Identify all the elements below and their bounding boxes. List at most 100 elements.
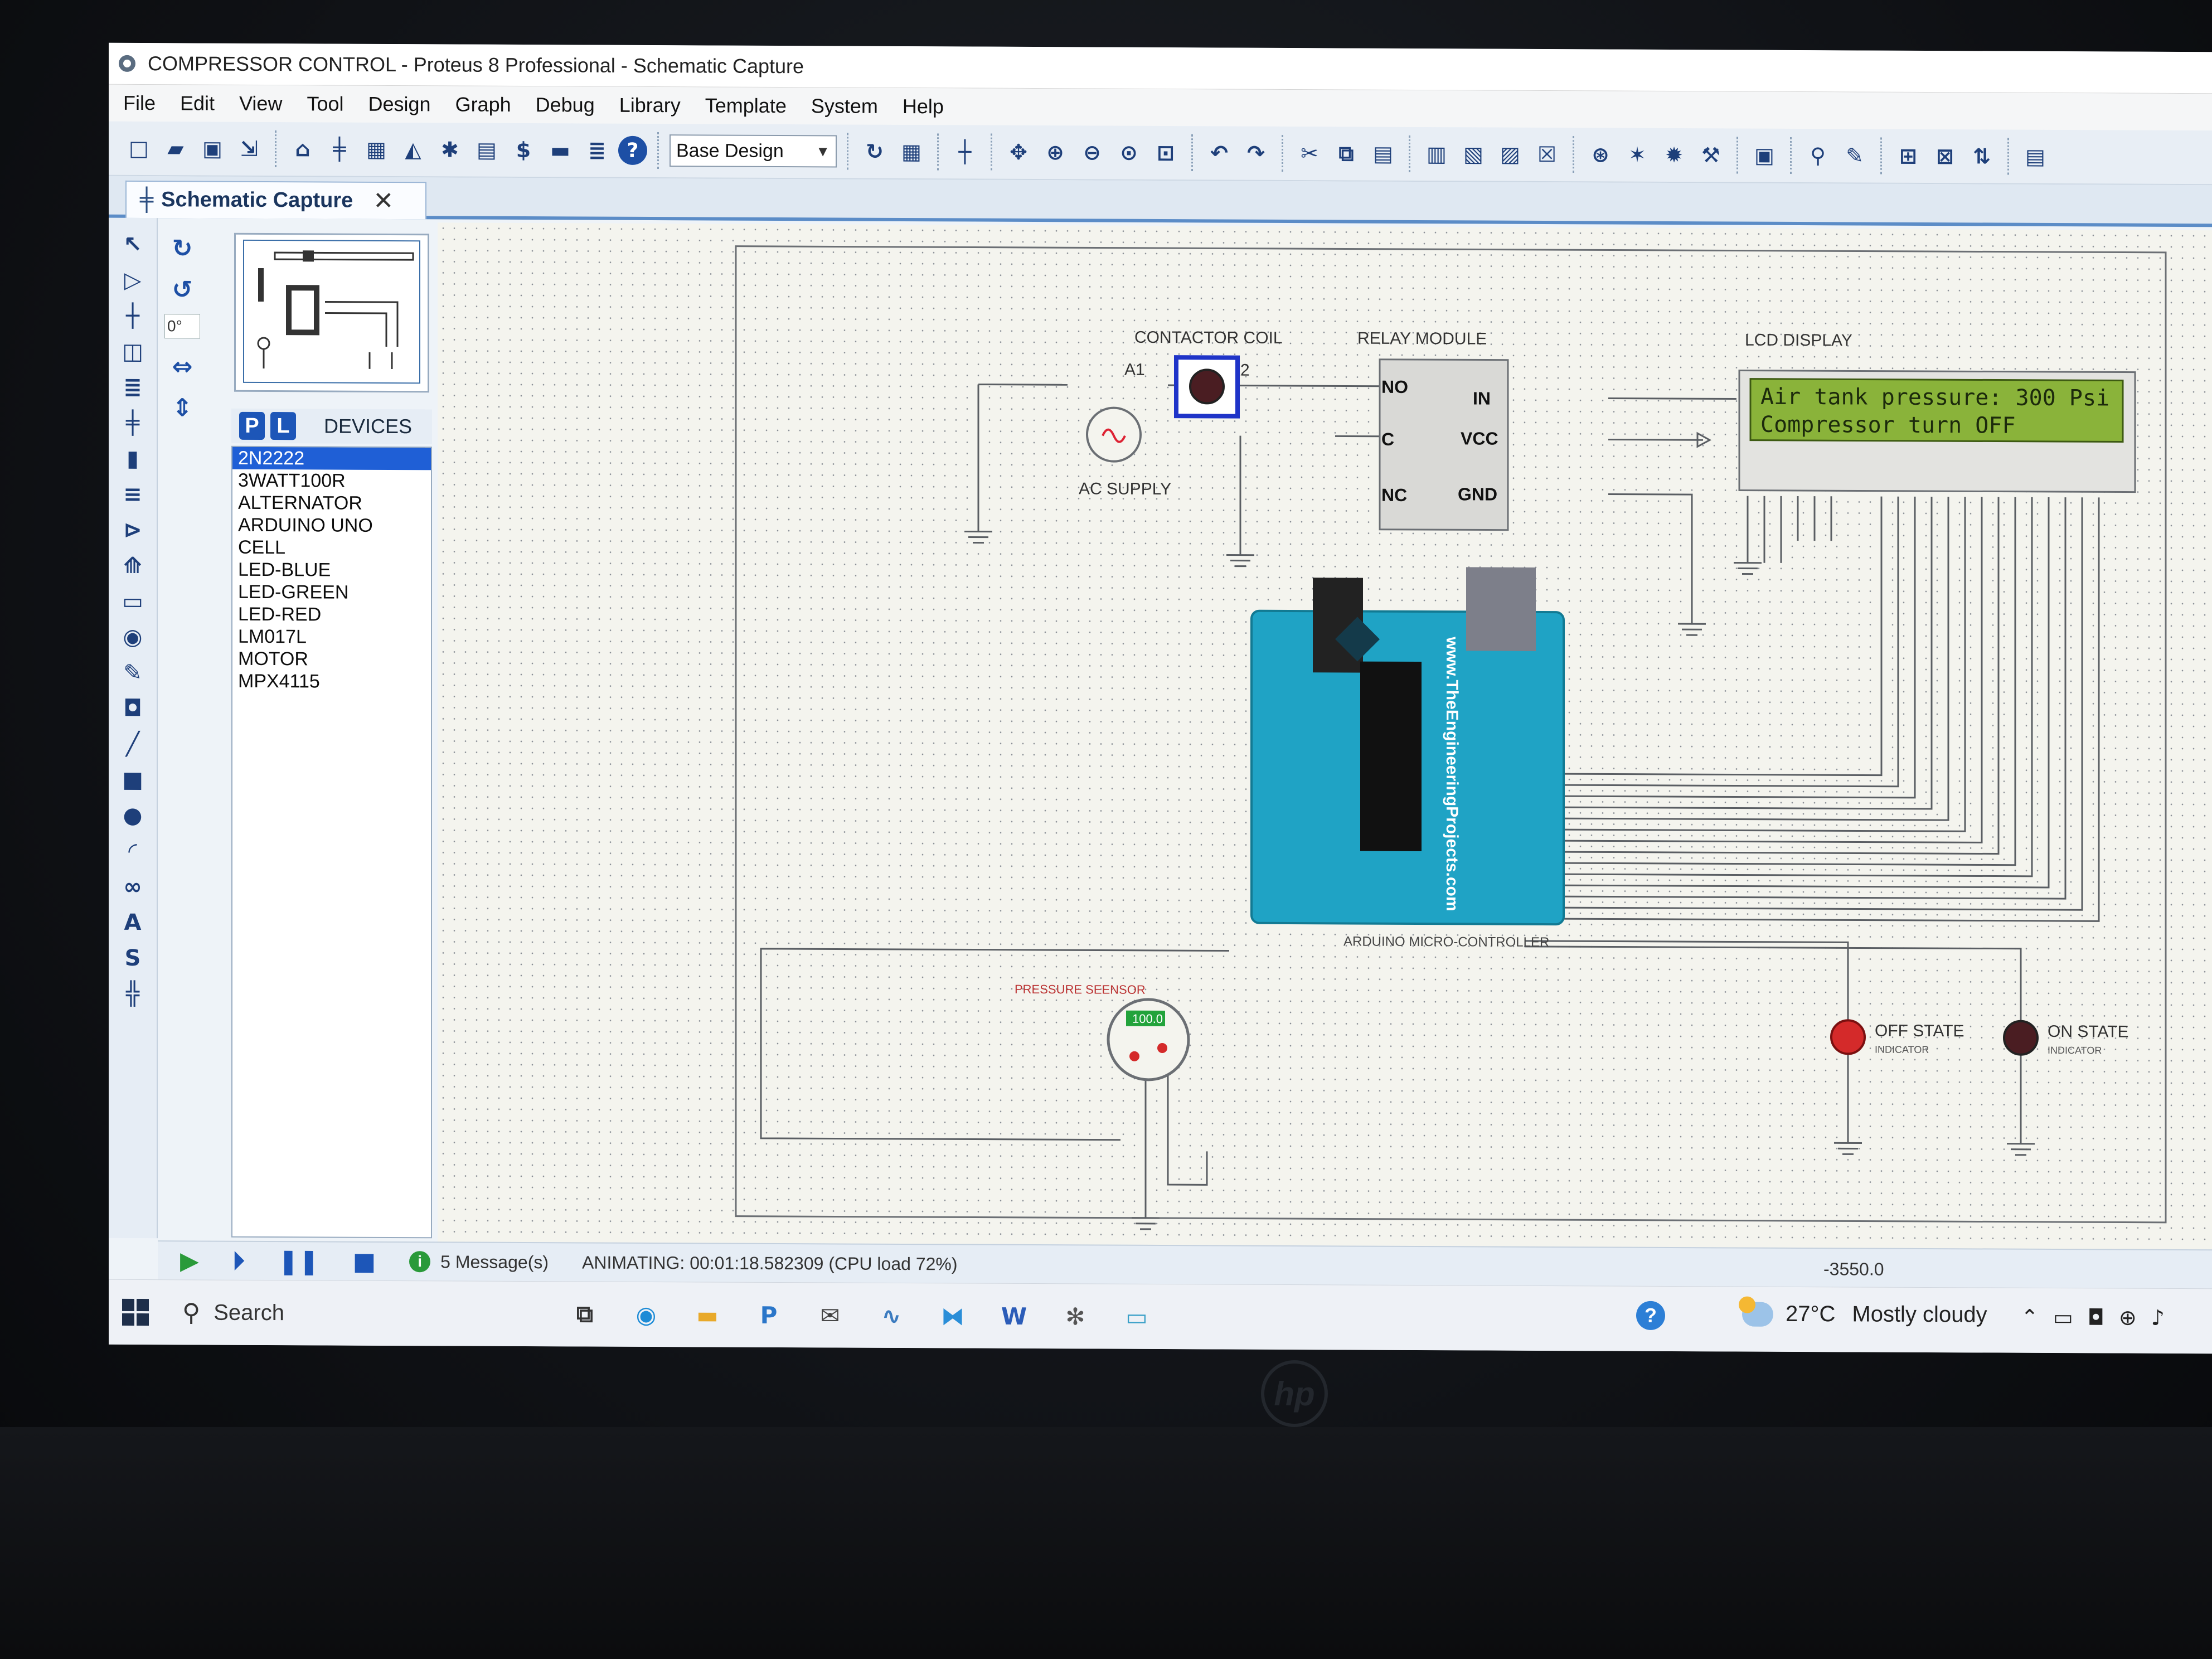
block-delete-icon[interactable]: ☒ (1531, 138, 1563, 171)
goto-sheet-icon[interactable]: ⇅ (1966, 140, 1997, 172)
menu-template[interactable]: Template (705, 94, 787, 118)
netlist-icon[interactable]: ▤ (2020, 140, 2051, 173)
design-variant-select[interactable]: Base Design ▼ (670, 134, 837, 168)
menu-tool[interactable]: Tool (307, 92, 343, 115)
undo-icon[interactable]: ↶ (1204, 137, 1235, 169)
source-code-icon[interactable]: ▬ (545, 134, 576, 166)
circle-tool-icon[interactable]: ● (116, 799, 149, 832)
chevron-up-icon[interactable]: ⌃ (2021, 1305, 2039, 1330)
symbol-tool-icon[interactable]: S (116, 942, 149, 975)
grid-toggle-icon[interactable]: ▦ (896, 135, 927, 168)
device-item[interactable]: MOTOR (232, 648, 431, 671)
save-icon[interactable]: ▣ (197, 132, 228, 164)
selection-mode-icon[interactable]: ↖ (116, 228, 149, 261)
mirror-horizontal-icon[interactable]: ⇔ (166, 350, 199, 383)
device-pins-icon[interactable]: ⊳ (116, 513, 149, 547)
copy-icon[interactable]: ⧉ (1331, 137, 1362, 169)
task-view-icon[interactable]: ⧉ (561, 1291, 608, 1337)
menu-system[interactable]: System (811, 94, 878, 118)
wire-autorouter-icon[interactable]: ▣ (1749, 139, 1780, 172)
import-icon[interactable]: ⇲ (234, 133, 265, 165)
search-tag-icon[interactable]: ⚲ (1802, 139, 1833, 172)
settings-icon[interactable]: ✻ (1052, 1293, 1099, 1340)
zoom-all-icon[interactable]: ⊙ (1113, 137, 1144, 169)
overview-window[interactable] (234, 232, 429, 393)
zoom-out-icon[interactable]: ⊖ (1076, 136, 1108, 168)
mirror-vertical-icon[interactable]: ⇕ (166, 391, 199, 424)
device-item[interactable]: LED-GREEN (232, 581, 431, 604)
bill-of-materials-icon[interactable]: $ (508, 134, 539, 166)
redo-icon[interactable]: ↷ (1240, 137, 1272, 169)
refresh-icon[interactable]: ↻ (859, 135, 890, 168)
paste-icon[interactable]: ▤ (1367, 138, 1399, 170)
windows-start-icon[interactable] (122, 1298, 149, 1326)
block-copy-icon[interactable]: ▥ (1421, 138, 1452, 170)
schematic-canvas[interactable]: CONTACTOR COIL A1 A2 AC SUPPLY RELAY MOD… (438, 222, 2212, 1251)
property-assign-icon[interactable]: ✎ (1839, 139, 1870, 172)
subcircuit-icon[interactable]: ▮ (116, 442, 149, 476)
device-item[interactable]: LED-BLUE (232, 559, 431, 582)
vscode-icon[interactable]: ⧓ (929, 1292, 976, 1339)
menu-edit[interactable]: Edit (180, 91, 215, 115)
wire-label-icon[interactable]: ◫ (116, 335, 149, 368)
device-item[interactable]: ALTERNATOR (232, 492, 431, 515)
step-icon[interactable]: ⏵ (232, 1246, 245, 1275)
proteus-taskbar-icon[interactable]: P (745, 1292, 792, 1338)
taskbar-search[interactable]: ⚲ Search (182, 1298, 561, 1328)
weather-widget[interactable]: 27°C Mostly cloudy (1742, 1302, 1987, 1328)
tape-recorder-icon[interactable]: ▭ (116, 585, 149, 618)
device-item[interactable]: LED-RED (232, 603, 431, 627)
generator-icon[interactable]: ◉ (116, 620, 149, 654)
path-tool-icon[interactable]: ∞ (116, 870, 149, 904)
rotation-angle-field[interactable]: 0° (164, 314, 200, 339)
device-item[interactable]: LM017L (232, 625, 431, 649)
help-icon[interactable]: ? (618, 135, 647, 165)
line-tool-icon[interactable]: ╱ (116, 727, 149, 761)
voltage-probe-icon[interactable]: ✎ (116, 656, 149, 690)
buses-icon[interactable]: ╪ (116, 406, 149, 440)
play-icon[interactable]: ▶ (180, 1246, 199, 1275)
text-script-icon[interactable]: ≣ (116, 371, 149, 404)
device-item[interactable]: 2N2222 (232, 447, 431, 470)
terminals-icon[interactable]: ≡ (116, 478, 149, 511)
file-explorer-icon[interactable]: ▬ (684, 1291, 731, 1338)
3d-view-icon[interactable]: ◭ (397, 133, 429, 166)
battery-icon[interactable]: ▭ (2053, 1305, 2073, 1330)
python-icon[interactable]: ∿ (868, 1292, 915, 1339)
package-tool-icon[interactable]: ✹ (1658, 139, 1690, 171)
menu-design[interactable]: Design (368, 93, 431, 116)
junction-dot-icon[interactable]: ┼ (116, 299, 149, 333)
menu-view[interactable]: View (239, 92, 282, 115)
pick-device-icon[interactable]: ⊛ (1585, 138, 1616, 171)
app-icon[interactable]: ▭ (1113, 1293, 1160, 1340)
schematic-icon[interactable]: ╪ (324, 133, 355, 165)
camera-icon[interactable]: ◘ (2088, 1305, 2104, 1330)
stop-icon[interactable]: ■ (353, 1247, 376, 1275)
library-manager-button[interactable]: L (270, 412, 296, 440)
cut-icon[interactable]: ✂ (1294, 137, 1325, 169)
menu-library[interactable]: Library (619, 94, 681, 117)
home-icon[interactable]: ⌂ (287, 133, 318, 165)
mail-icon[interactable]: ✉ (807, 1292, 853, 1338)
pick-devices-button[interactable]: P (239, 411, 265, 440)
graph-mode-icon[interactable]: ⟰ (116, 549, 149, 583)
arc-tool-icon[interactable]: ◜ (116, 835, 149, 868)
decompose-icon[interactable]: ⚒ (1695, 139, 1726, 171)
box-tool-icon[interactable]: ■ (116, 763, 149, 797)
design-explorer-icon[interactable]: ▤ (471, 134, 502, 166)
block-move-icon[interactable]: ▧ (1458, 138, 1489, 170)
marker-tool-icon[interactable]: ╬ (116, 977, 149, 1011)
get-help-icon[interactable]: ? (1636, 1301, 1665, 1330)
menu-file[interactable]: File (123, 91, 156, 115)
gerber-icon[interactable]: ✱ (434, 133, 465, 166)
virtual-instruments-icon[interactable]: ◘ (116, 692, 149, 725)
zoom-area-icon[interactable]: ⊡ (1150, 137, 1181, 169)
speaker-icon[interactable]: ♪ (2151, 1306, 2165, 1330)
component-mode-icon[interactable]: ▷ (116, 264, 149, 297)
make-device-icon[interactable]: ✶ (1622, 139, 1653, 171)
rotate-anticlockwise-icon[interactable]: ↺ (166, 273, 199, 306)
menu-help[interactable]: Help (903, 95, 944, 118)
pause-icon[interactable]: ❚❚ (278, 1247, 319, 1275)
network-globe-icon[interactable]: ⊕ (2119, 1306, 2137, 1330)
menu-graph[interactable]: Graph (455, 93, 511, 116)
